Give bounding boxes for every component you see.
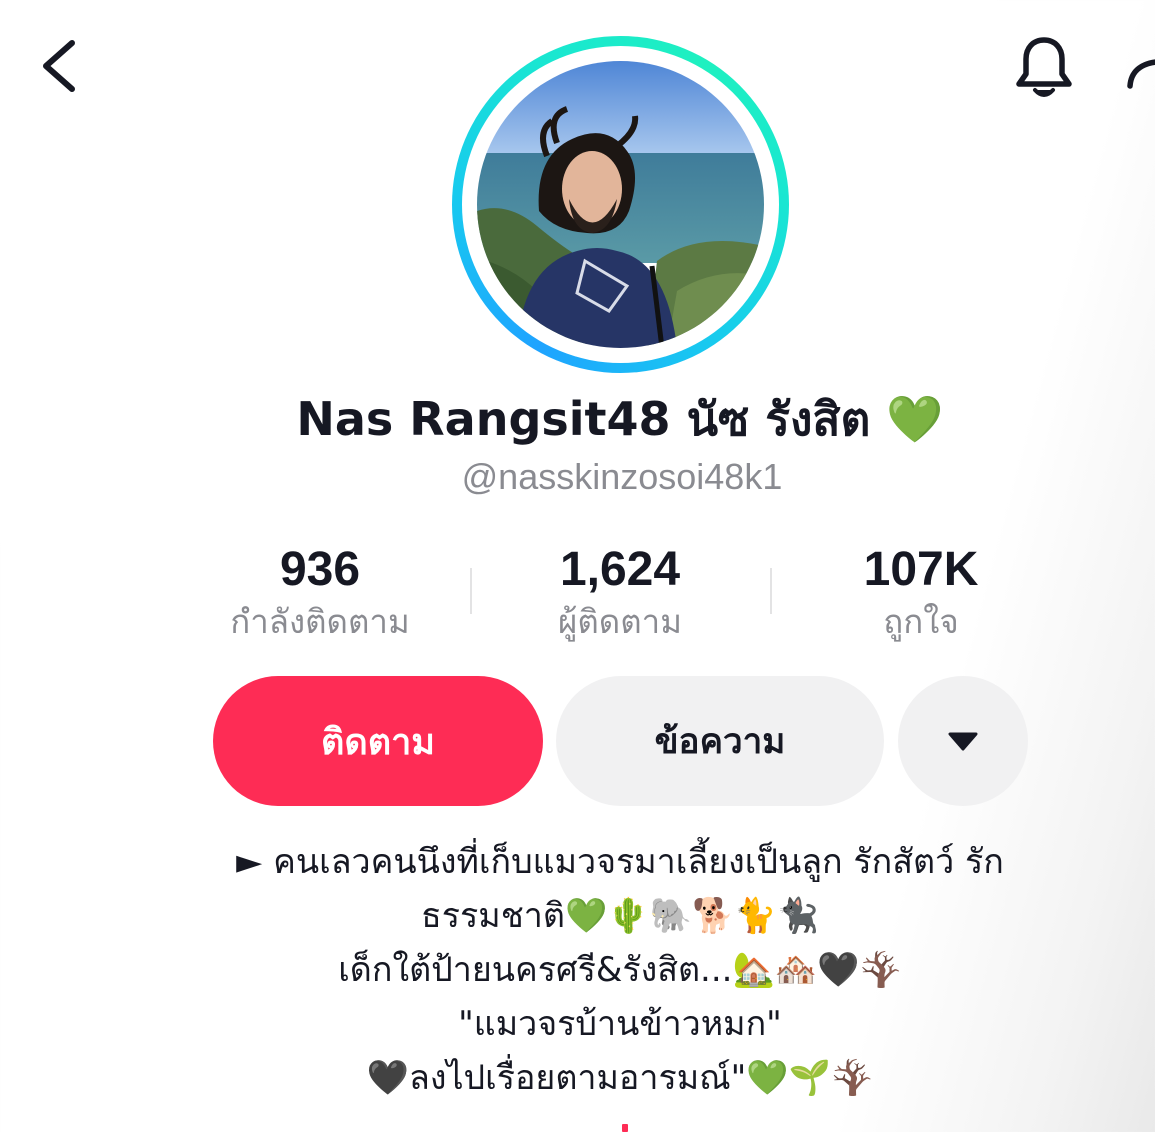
bio-line: เด็กใต้ป้ายนครศรี&รังสิต...🏡🏘️🖤🪾 <box>338 950 902 990</box>
bell-icon <box>1016 37 1072 97</box>
followers-label: ผู้ติดตาม <box>558 602 682 641</box>
chevron-left-icon <box>43 40 75 92</box>
likes-label: ถูกใจ <box>883 602 959 641</box>
message-button[interactable]: ข้อความ <box>556 676 884 806</box>
stat-followers[interactable]: 1,624 ผู้ติดตาม <box>470 540 770 644</box>
share-icon <box>1127 59 1155 89</box>
following-label: กำลังติดตาม <box>230 602 410 641</box>
profile-bio: ► คนเลวคนนึงที่เก็บแมวจรมาเลี้ยงเป็นลูก … <box>140 835 1100 1105</box>
share-button[interactable] <box>1122 44 1155 104</box>
more-options-button[interactable] <box>898 676 1028 806</box>
stat-following[interactable]: 936 กำลังติดตาม <box>170 540 470 644</box>
following-count: 936 <box>279 543 361 596</box>
likes-count: 107K <box>863 543 979 596</box>
caret-down-icon <box>948 732 978 751</box>
bio-line: "แมวจรบ้านข้าวหมก" <box>458 1004 782 1044</box>
avatar-story-ring[interactable] <box>452 36 789 373</box>
back-button[interactable] <box>30 30 100 100</box>
profile-username: @nasskinzosoi48k1 <box>461 456 783 497</box>
avatar-photo <box>477 61 764 348</box>
followers-count: 1,624 <box>559 543 681 596</box>
follow-button[interactable]: ติดตาม <box>213 676 543 806</box>
bio-line: ธรรมชาติ💚🌵🐘🐕🐈🐈‍⬛ <box>421 896 819 936</box>
profile-display-name: Nas Rangsit48 นัซ รังสิต 💚 <box>296 392 944 446</box>
avatar[interactable] <box>477 61 764 348</box>
bio-line: 🖤ลงไปเรื่อยตามอารมณ์"💚🌱🪾 <box>366 1058 874 1098</box>
bio-line: ► คนเลวคนนึงที่เก็บแมวจรมาเลี้ยงเป็นลูก … <box>236 842 1004 882</box>
bio-link-icon[interactable] <box>622 1124 628 1132</box>
stat-likes[interactable]: 107K ถูกใจ <box>771 540 1071 644</box>
notification-bell-button[interactable] <box>1004 28 1084 108</box>
